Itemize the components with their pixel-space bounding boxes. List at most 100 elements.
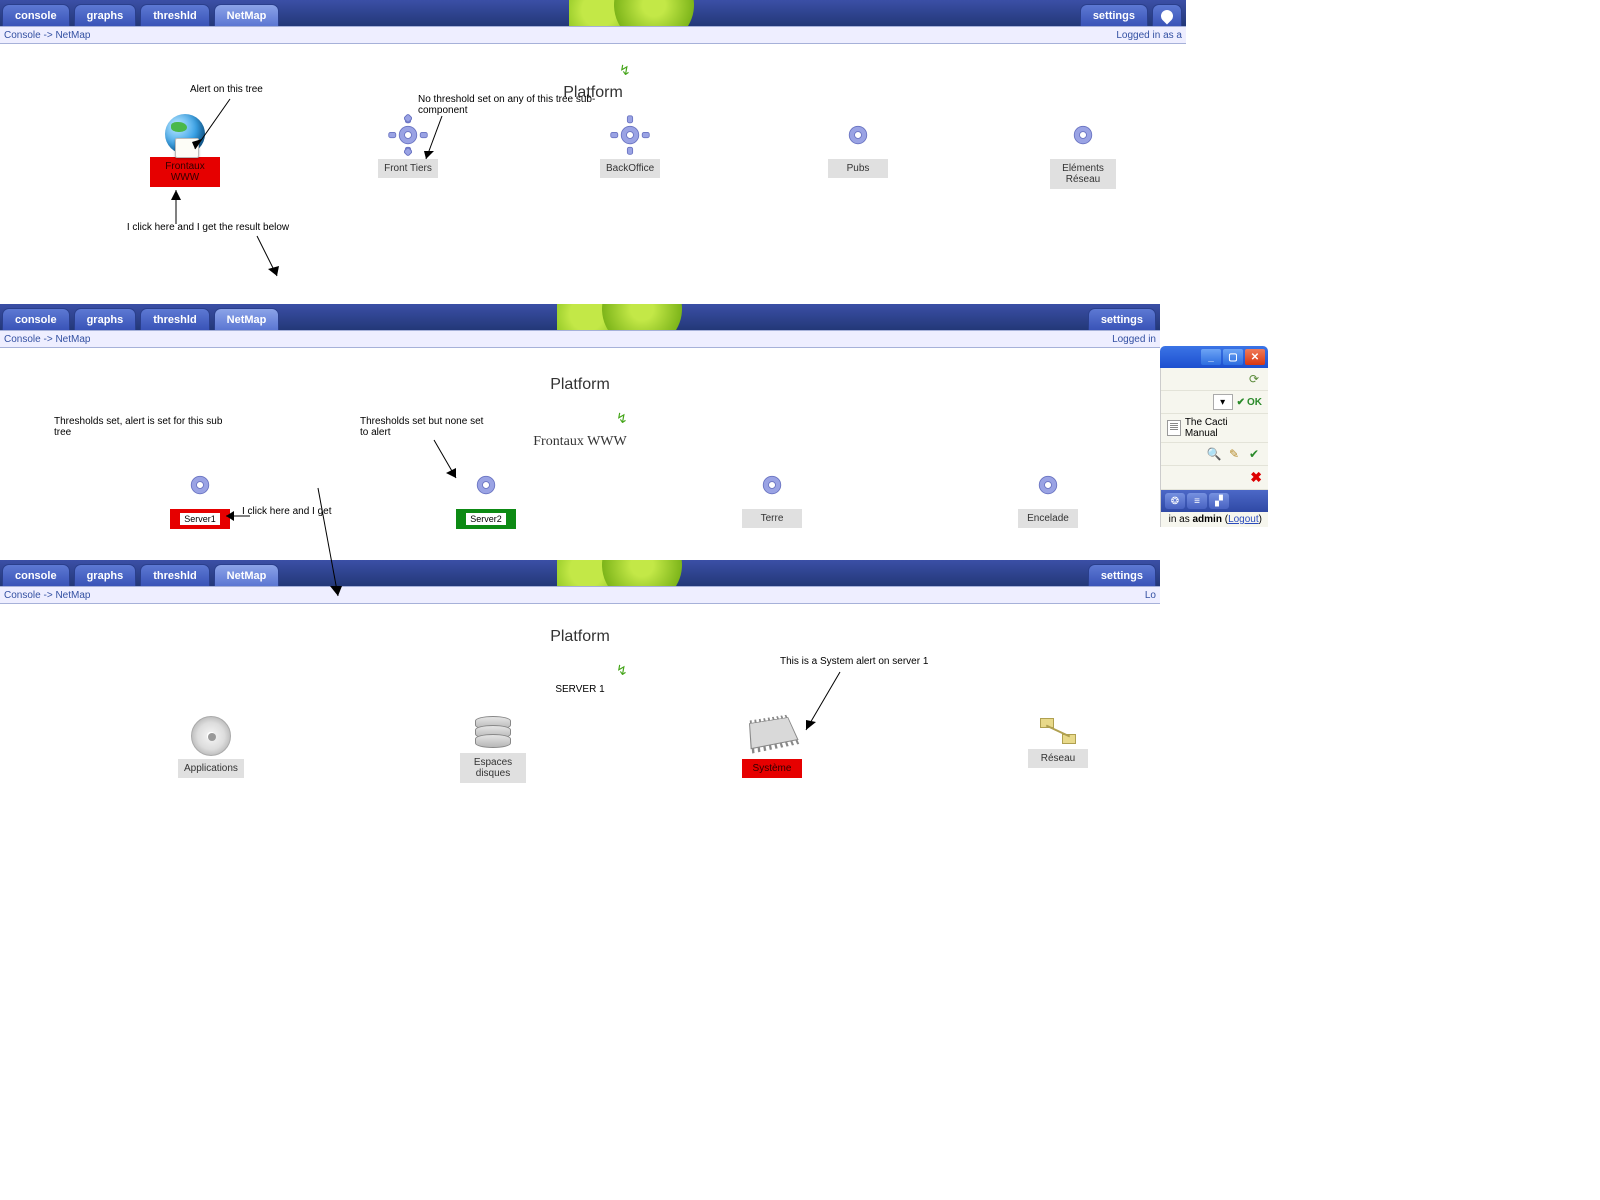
- magnifier-icon[interactable]: 🔍: [1206, 446, 1222, 462]
- tab-threshld[interactable]: threshld: [140, 308, 209, 330]
- gear-icon: [1027, 464, 1069, 506]
- dropdown[interactable]: ▾: [1213, 394, 1233, 410]
- breadcrumb-page: NetMap: [55, 30, 90, 41]
- arrow-icon: [166, 186, 186, 226]
- node-label-network: Réseau: [1028, 749, 1088, 768]
- refresh-icon[interactable]: ⟳: [1246, 371, 1262, 387]
- login-line: in as admin (Logout): [1161, 512, 1268, 527]
- login-status: Logged in: [1112, 334, 1156, 345]
- side-window: _ ▢ ✕ ⟳ ▾ ✔ OK The Cacti Manual 🔍 ✎ ✔ ✖ …: [1160, 346, 1268, 527]
- annotation-sysalert: This is a System alert on server 1: [780, 656, 928, 667]
- navbar-1: console graphs threshld NetMap settings: [0, 0, 1186, 26]
- breadcrumb-sep: ->: [43, 30, 55, 41]
- tab-console[interactable]: console: [2, 4, 70, 26]
- node-label-apps: Applications: [178, 759, 244, 778]
- page-title-3: Platform: [0, 628, 1160, 646]
- node-label-terre: Terre: [742, 509, 802, 528]
- node-network[interactable]: Réseau: [1028, 716, 1088, 768]
- annotation-nothreshold: No threshold set on any of this tree sub…: [418, 94, 598, 116]
- arrow-icon: [252, 234, 292, 284]
- status-ok-icon: ↯: [616, 662, 628, 679]
- tree-icon[interactable]: ❂: [1165, 493, 1185, 509]
- tab-graphs[interactable]: graphs: [74, 4, 137, 26]
- breadcrumb-3: Console -> NetMap Lo: [0, 586, 1160, 604]
- tab-console[interactable]: console: [2, 308, 70, 330]
- window-minimize-button[interactable]: _: [1201, 349, 1221, 365]
- tab-threshld[interactable]: threshld: [140, 4, 209, 26]
- breadcrumb-console[interactable]: Console: [4, 30, 41, 41]
- tab-graphs[interactable]: graphs: [74, 308, 137, 330]
- arrow-icon: [800, 670, 850, 740]
- ok-button[interactable]: ✔ OK: [1237, 397, 1262, 408]
- document-icon: [1167, 420, 1181, 436]
- logo-swoosh: [557, 560, 697, 586]
- tree-icon: [1159, 7, 1176, 24]
- tab-console[interactable]: console: [2, 564, 70, 586]
- navbar-3: console graphs threshld NetMap settings: [0, 560, 1160, 586]
- login-status: Lo: [1145, 590, 1156, 601]
- tab-settings[interactable]: settings: [1088, 308, 1156, 330]
- node-label-system: Système: [742, 759, 802, 778]
- node-frontaux-www[interactable]: Frontaux WWW: [150, 114, 220, 187]
- breadcrumb-2: Console -> NetMap Logged in: [0, 330, 1160, 348]
- disc-icon: [191, 716, 231, 756]
- check-icon[interactable]: ✔: [1246, 446, 1262, 462]
- blue-icon-strip: ❂ ≡ ▞: [1161, 490, 1268, 512]
- window-close-button[interactable]: ✕: [1245, 349, 1265, 365]
- preview-icon[interactable]: ▞: [1209, 493, 1229, 509]
- logo-swoosh: [557, 304, 697, 330]
- node-label-server1: Server1: [170, 509, 230, 529]
- node-backoffice[interactable]: BackOffice: [600, 114, 660, 178]
- node-server2[interactable]: Server2: [456, 464, 516, 529]
- tab-netmap[interactable]: NetMap: [214, 564, 280, 586]
- node-label-backoffice: BackOffice: [600, 159, 660, 178]
- list-icon[interactable]: ≡: [1187, 493, 1207, 509]
- node-front-tiers[interactable]: Front Tiers: [378, 114, 438, 178]
- gear-icon: [179, 464, 221, 506]
- breadcrumb-console[interactable]: Console: [4, 334, 41, 345]
- tab-threshld[interactable]: threshld: [140, 564, 209, 586]
- window-maximize-button[interactable]: ▢: [1223, 349, 1243, 365]
- annotation-alert: Alert on this tree: [190, 84, 263, 95]
- breadcrumb-console[interactable]: Console: [4, 590, 41, 601]
- navbar-2: console graphs threshld NetMap settings: [0, 304, 1160, 330]
- gear-icon: [609, 114, 651, 156]
- node-label-fronttiers: Front Tiers: [378, 159, 438, 178]
- node-applications[interactable]: Applications: [178, 716, 244, 778]
- status-ok-icon: ↯: [616, 410, 628, 427]
- tab-settings[interactable]: settings: [1088, 564, 1156, 586]
- node-label-disk: Espaces disques: [460, 753, 526, 783]
- node-system[interactable]: Système: [742, 716, 802, 778]
- page-subtitle-3: SERVER 1: [0, 684, 1160, 695]
- globe-icon: [165, 114, 205, 154]
- node-label-server2: Server2: [456, 509, 516, 529]
- annotation-thnone: Thresholds set but none set to alert: [360, 416, 490, 438]
- login-status: Logged in as a: [1116, 30, 1182, 41]
- window-titlebar: _ ▢ ✕: [1160, 346, 1268, 368]
- gear-icon: [837, 114, 879, 156]
- node-disk[interactable]: Espaces disques: [460, 716, 526, 783]
- tree-icon-button[interactable]: [1152, 4, 1182, 26]
- node-label-pubs: Pubs: [828, 159, 888, 178]
- tab-graphs[interactable]: graphs: [74, 564, 137, 586]
- logout-link[interactable]: Logout: [1228, 514, 1259, 525]
- node-server1[interactable]: Server1: [170, 464, 230, 529]
- node-encelade[interactable]: Encelade: [1018, 464, 1078, 528]
- cacti-manual-link[interactable]: The Cacti Manual: [1185, 417, 1262, 439]
- annotation-click2: I click here and I get: [242, 506, 332, 517]
- node-terre[interactable]: Terre: [742, 464, 802, 528]
- gear-icon: [465, 464, 507, 506]
- annotation-click: I click here and I get the result below: [118, 222, 298, 233]
- tab-netmap[interactable]: NetMap: [214, 308, 280, 330]
- tab-settings[interactable]: settings: [1080, 4, 1148, 26]
- breadcrumb-1: Console -> NetMap Logged in as a: [0, 26, 1186, 44]
- node-pubs[interactable]: Pubs: [828, 114, 888, 178]
- database-icon: [475, 716, 511, 750]
- close-x-icon[interactable]: ✖: [1250, 469, 1262, 486]
- node-label-elements: Eléments Réseau: [1050, 159, 1116, 189]
- logo-swoosh: [569, 0, 709, 26]
- tab-netmap[interactable]: NetMap: [214, 4, 280, 26]
- edit-icon[interactable]: ✎: [1226, 446, 1242, 462]
- node-elements-reseau[interactable]: Eléments Réseau: [1050, 114, 1116, 189]
- gear-icon: [1062, 114, 1104, 156]
